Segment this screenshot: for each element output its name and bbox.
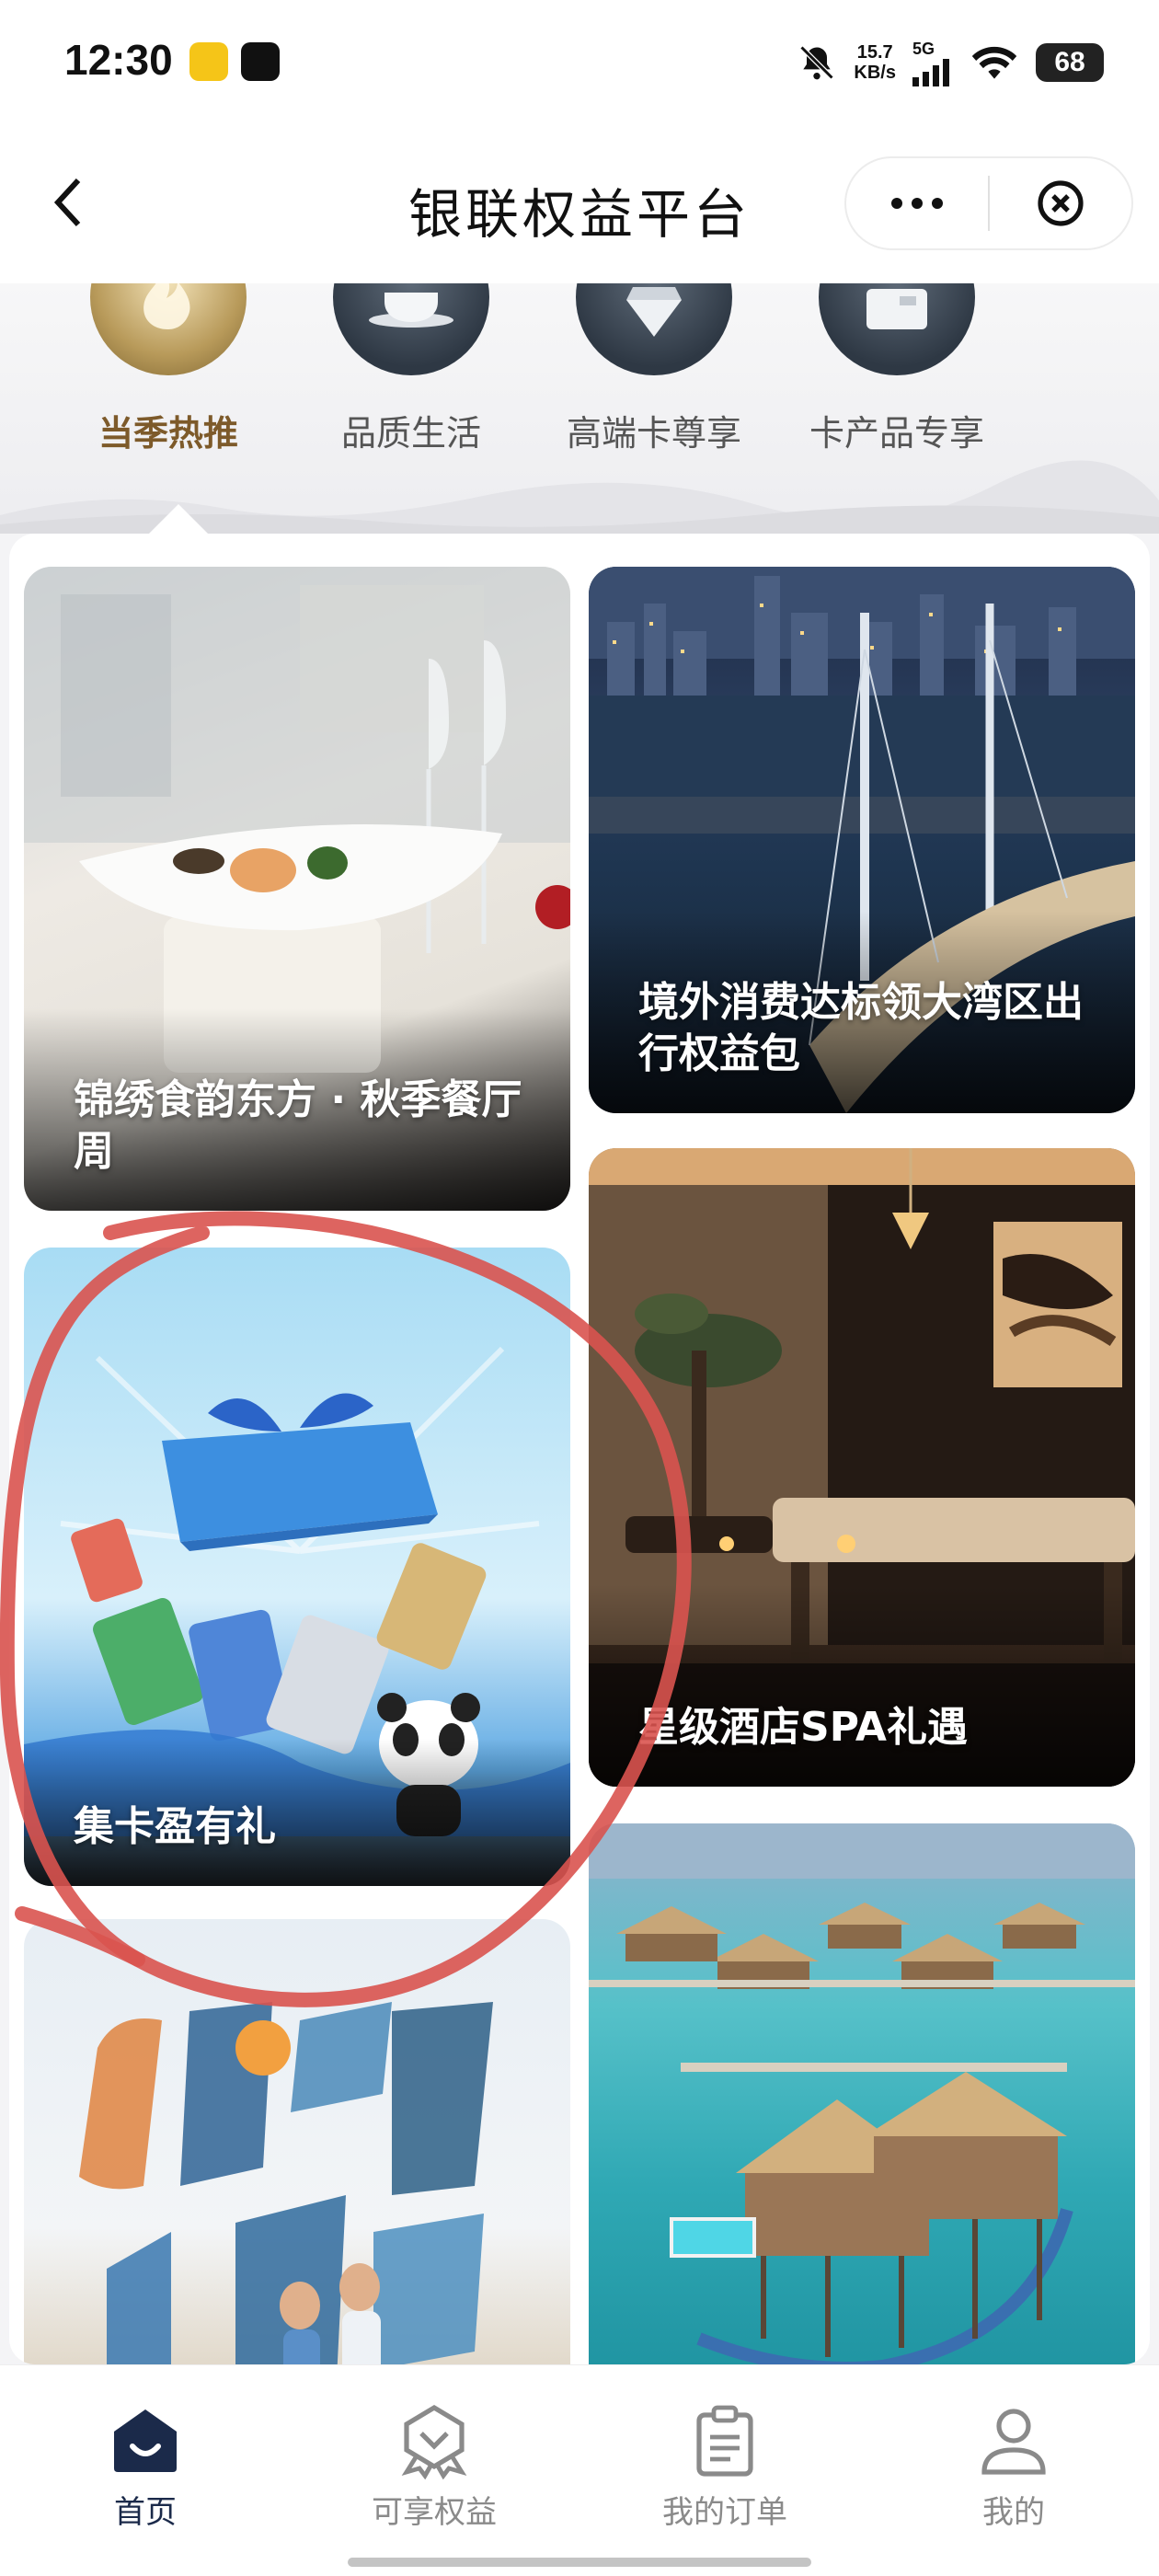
tab-home[interactable]: 首页	[53, 2402, 237, 2532]
net-speed-unit: KB/s	[854, 63, 896, 83]
wifi-icon	[971, 46, 1017, 79]
cellular: 5G	[912, 40, 953, 86]
card-icon	[819, 283, 975, 375]
more-button[interactable]	[846, 158, 988, 248]
benefit-card-greater-bay[interactable]: 境外消费达标领大湾区出行权益包	[589, 567, 1135, 1113]
nav-bar: 银联权益平台	[0, 129, 1159, 283]
tab-profile[interactable]: 我的	[922, 2402, 1106, 2532]
network-type: 5G	[912, 39, 935, 58]
island-resort-image	[589, 1823, 1135, 2364]
tab-label: 我的订单	[662, 2494, 787, 2531]
category-label: 品质生活	[340, 413, 481, 454]
app-notification-icon	[189, 42, 228, 81]
battery-icon: 68	[1036, 43, 1104, 82]
flame-icon	[90, 283, 247, 375]
clipboard-icon	[696, 2405, 753, 2477]
status-icons: 15.7 KB/s 5G 68	[797, 37, 1104, 88]
benefit-title: 境外消费达标领大湾区出行权益包	[638, 979, 1084, 1077]
active-category-pointer	[147, 504, 210, 535]
tiktok-notification-icon	[241, 42, 280, 81]
tab-label: 首页	[114, 2494, 177, 2531]
diamond-icon	[576, 283, 732, 375]
mini-program-capsule	[844, 156, 1133, 250]
signal-icon	[912, 58, 949, 86]
coffee-cup-icon	[333, 283, 489, 375]
home-indicator[interactable]	[348, 2558, 811, 2567]
close-circle-icon	[1038, 180, 1084, 226]
category-label: 卡产品专享	[809, 413, 984, 454]
tile-shade	[589, 1584, 1135, 1787]
benefit-title: 集卡盈有礼	[74, 1803, 276, 1850]
benefit-card-hotel-spa[interactable]: 星级酒店SPA礼遇	[589, 1148, 1135, 1787]
badge-icon	[401, 2404, 467, 2479]
benefit-title: 锦绣食韵东方 · 秋季餐厅周	[74, 1076, 522, 1175]
benefit-card-island-resort[interactable]	[589, 1823, 1135, 2364]
category-label: 高端卡尊享	[566, 413, 741, 454]
net-speed: 15.7 KB/s	[854, 42, 896, 83]
screen: 12:30 15.7 KB/s 5G 68 银联权益平台 当季热推 品质生活 高…	[0, 0, 1159, 2576]
close-button[interactable]	[990, 158, 1131, 248]
benefit-card-collect-cards[interactable]: 集卡盈有礼	[24, 1248, 570, 1886]
status-time: 12:30	[64, 36, 173, 84]
tab-label: 可享权益	[372, 2494, 497, 2531]
benefit-card-restaurant-week[interactable]: 锦绣食韵东方 · 秋季餐厅周	[24, 567, 570, 1211]
active-life-image	[79, 2002, 493, 2364]
tab-orders[interactable]: 我的订单	[633, 2402, 817, 2532]
benefit-card-active-life[interactable]	[24, 1919, 570, 2364]
benefits-grid: 锦绣食韵东方 · 秋季餐厅周 境外消费达标领大湾区出行权益包 集卡盈有礼 星级酒…	[9, 534, 1150, 2364]
tab-label: 我的	[982, 2494, 1045, 2531]
home-icon	[114, 2409, 177, 2472]
category-strip: 当季热推 品质生活 高端卡尊享 卡产品专享 有礼	[0, 283, 1159, 534]
tab-bar: 首页 可享权益 我的订单 我的	[0, 2364, 1159, 2576]
user-icon	[981, 2409, 1046, 2475]
net-speed-value: 15.7	[856, 42, 893, 63]
benefit-title: 星级酒店SPA礼遇	[638, 1704, 968, 1751]
category-label: 当季热推	[98, 413, 238, 454]
tab-benefits[interactable]: 可享权益	[342, 2402, 526, 2532]
more-dots-icon	[891, 198, 943, 209]
bell-muted-icon	[799, 45, 834, 80]
status-bar: 12:30 15.7 KB/s 5G 68	[0, 0, 1159, 129]
